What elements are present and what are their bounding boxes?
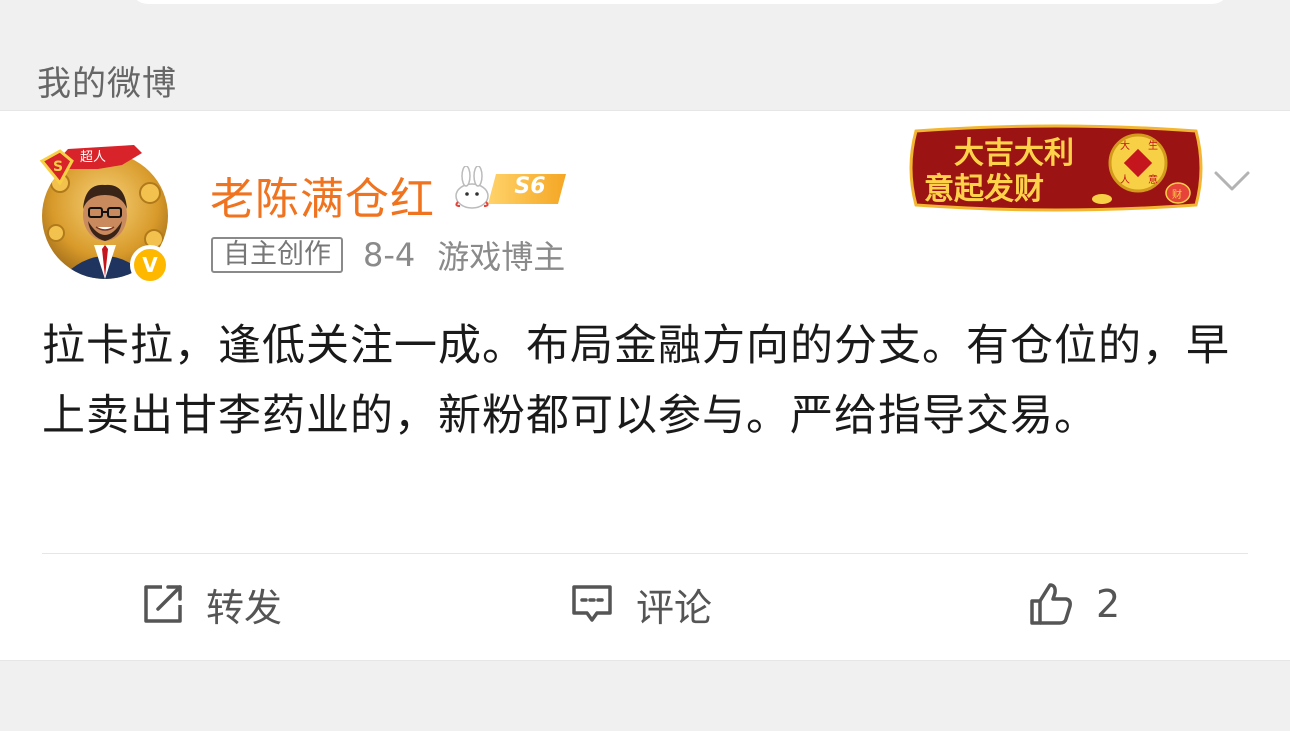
svg-text:大吉大利: 大吉大利	[954, 136, 1074, 171]
username[interactable]: 老陈满仓红	[210, 163, 435, 227]
chevron-down-icon[interactable]	[1212, 167, 1252, 197]
level-text: S6	[514, 174, 546, 199]
section-header	[0, 18, 1290, 110]
repost-label: 转发	[206, 585, 283, 630]
original-tag: 自主创作	[211, 237, 343, 273]
svg-text:大: 大	[1120, 139, 1130, 152]
repost-icon	[144, 585, 182, 623]
decoration-banner[interactable]: 大吉大利 意起发财 大 生 人 意 财	[906, 123, 1206, 213]
svg-text:S: S	[53, 159, 63, 175]
post-card[interactable]: S 超人 V 老陈满仓红 S6 自主创作 8-4 游戏博主 大吉大利 意起发财 …	[0, 110, 1290, 660]
superman-badge: S 超人	[38, 139, 148, 197]
feed-gap	[0, 660, 1290, 731]
post-meta: 自主创作 8-4 游戏博主	[211, 236, 565, 276]
like-icon	[1030, 583, 1072, 625]
comment-label: 评论	[636, 585, 713, 630]
verified-icon: V	[130, 245, 170, 285]
svg-text:意: 意	[1148, 173, 1158, 186]
svg-text:人: 人	[1120, 174, 1130, 186]
svg-text:财: 财	[1172, 188, 1182, 201]
action-bar: 转发 评论 2	[0, 554, 1290, 661]
comment-button[interactable]: 评论	[570, 576, 712, 632]
post-date: 8-4	[363, 236, 416, 274]
repost-button[interactable]: 转发	[142, 576, 282, 632]
like-count: 2	[1096, 582, 1121, 626]
avatar[interactable]: S 超人 V	[38, 139, 174, 289]
section-title: 我的微博	[37, 64, 177, 104]
author-role: 游戏博主	[437, 238, 566, 276]
svg-text:超人: 超人	[80, 150, 106, 165]
like-button[interactable]: 2	[1028, 576, 1120, 632]
comment-icon	[572, 585, 612, 622]
previous-card-edge	[130, 0, 1230, 4]
svg-text:意起发财: 意起发财	[924, 172, 1044, 207]
svg-text:生: 生	[1148, 139, 1158, 152]
post-content[interactable]: 拉卡拉，逢低关注一成。布局金融方向的分支。有仓位的，早上卖出甘李药业的，新粉都可…	[42, 311, 1232, 451]
